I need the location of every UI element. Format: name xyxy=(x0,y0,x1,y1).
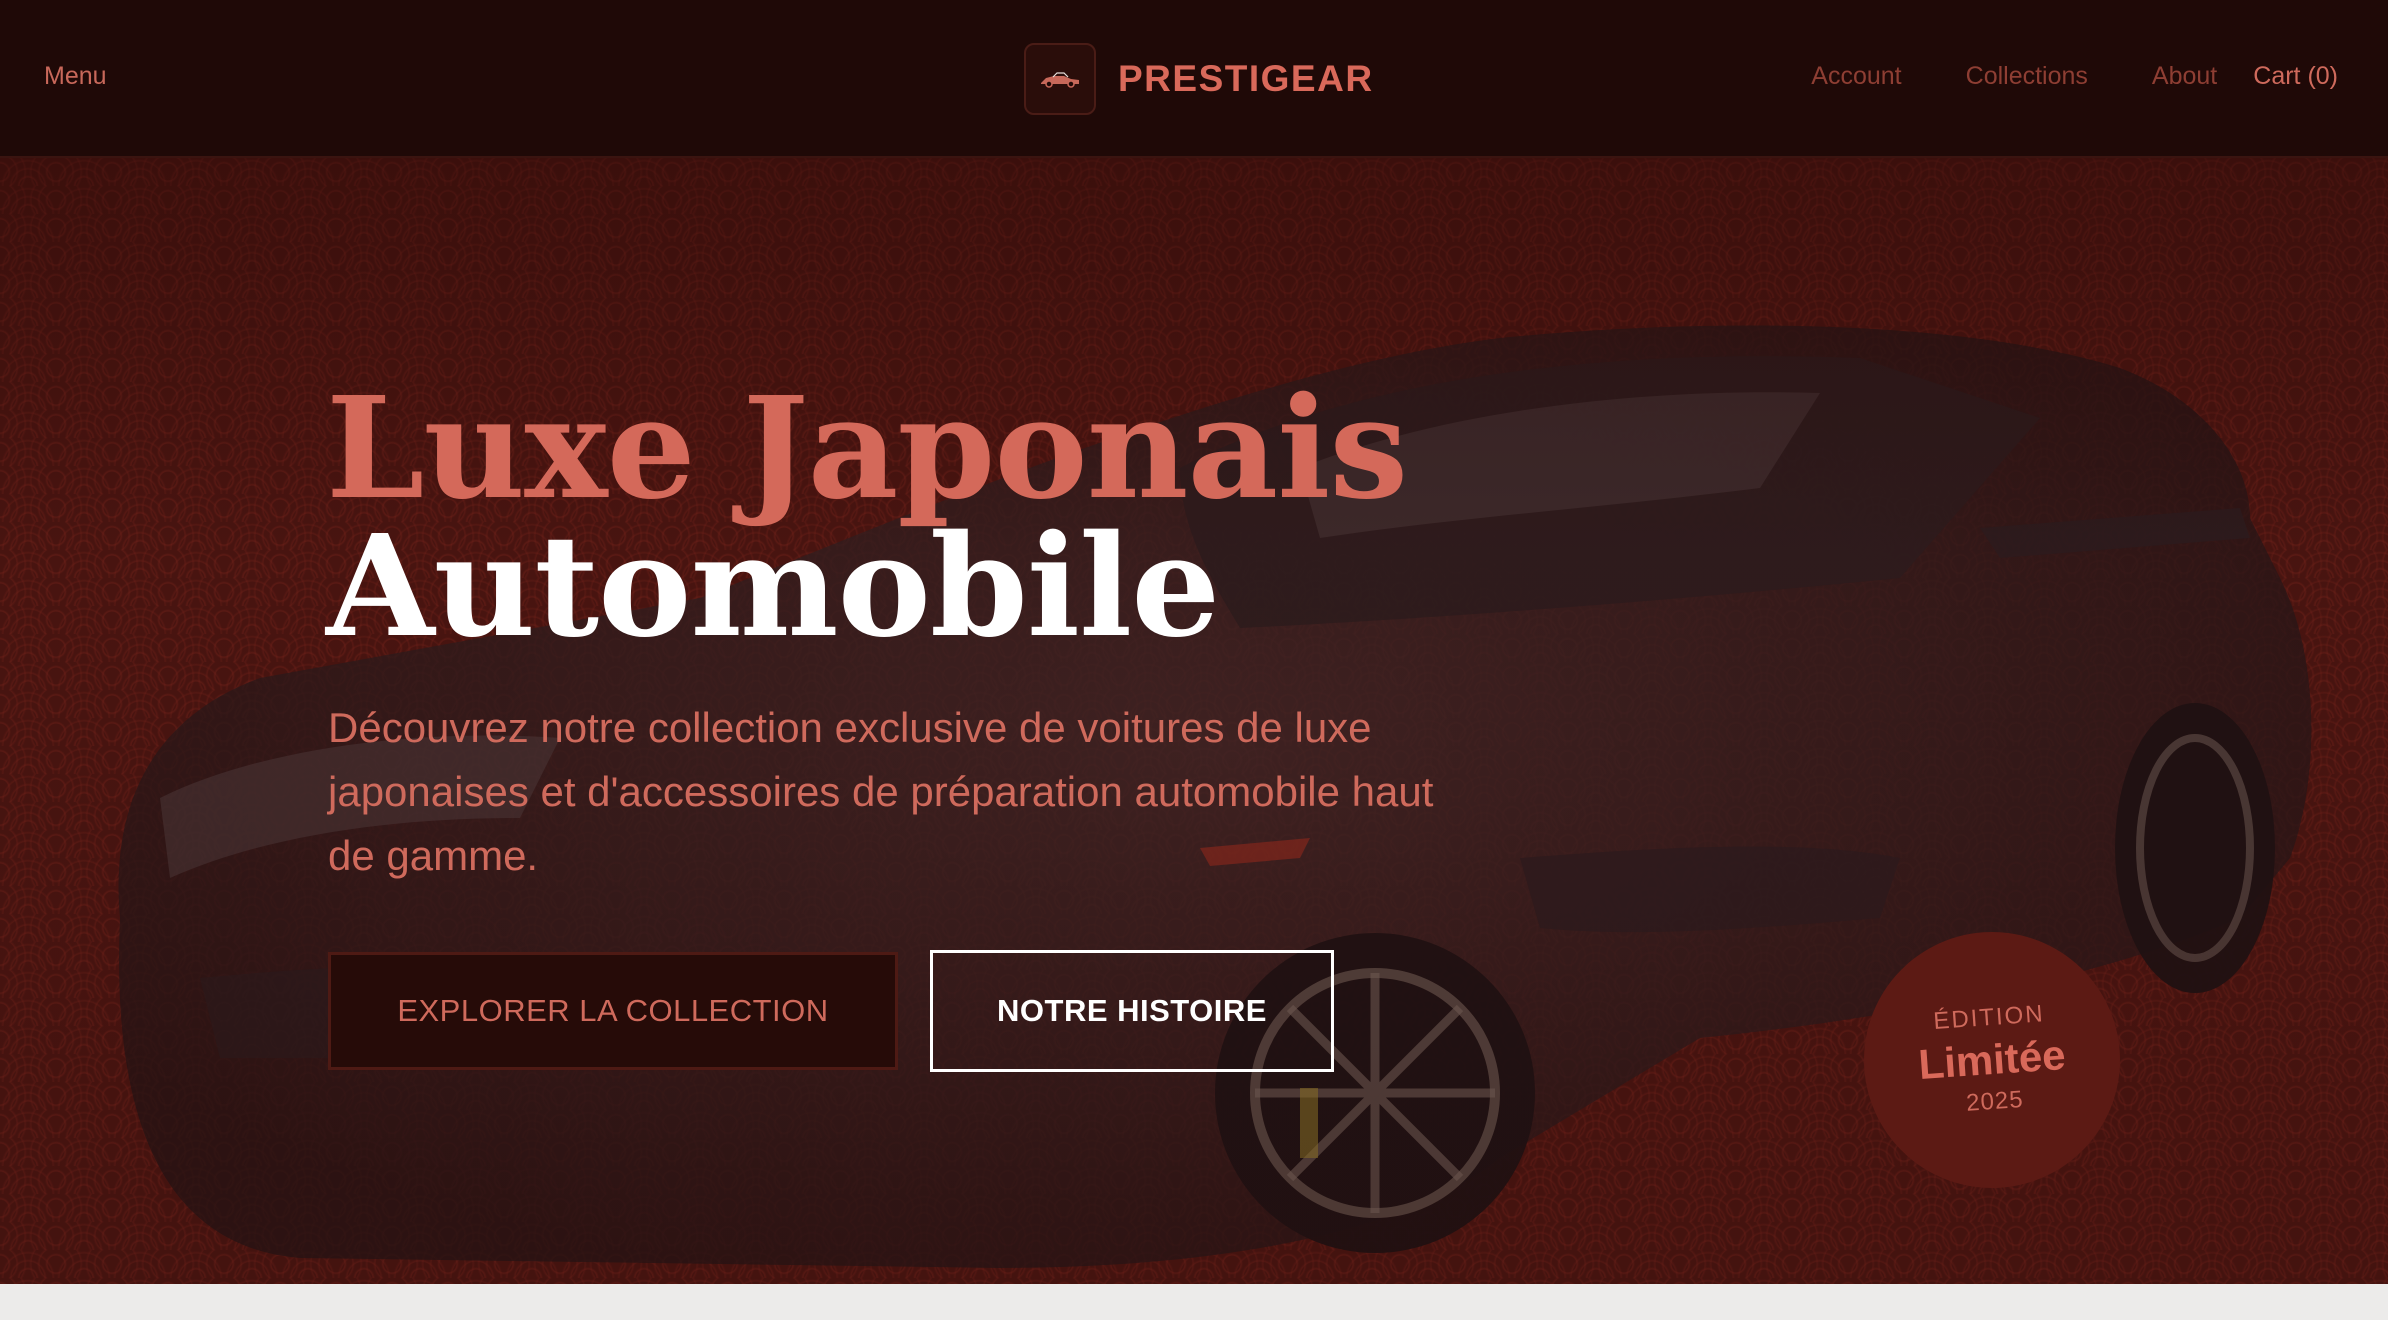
badge-main-text: Limitée xyxy=(1916,1030,2067,1089)
page-bottom-edge xyxy=(0,1284,2388,1320)
main-nav: Account Collections About Cart (0) xyxy=(1811,62,2338,91)
menu-button[interactable]: Menu xyxy=(44,62,107,91)
badge-top-text: ÉDITION xyxy=(1932,1000,2046,1035)
our-story-button[interactable]: NOTRE HISTOIRE xyxy=(930,950,1334,1072)
brand-logo-link[interactable]: PRESTIGEAR xyxy=(1024,42,1374,116)
hero-description: Découvrez notre collection exclusive de … xyxy=(328,704,1434,879)
hero-title-line1: Luxe Japonais xyxy=(326,367,1408,531)
nav-collections[interactable]: Collections xyxy=(1966,62,2088,91)
hero-title: Luxe Japonais Automobile xyxy=(326,367,1408,669)
explore-collection-button[interactable]: EXPLORER LA COLLECTION xyxy=(328,952,898,1070)
site-header: Menu PRESTIGEAR Account Collections Abou… xyxy=(0,0,2388,158)
nav-cart[interactable]: Cart (0) xyxy=(2253,62,2338,91)
nav-about[interactable]: About xyxy=(2152,62,2217,91)
nav-account[interactable]: Account xyxy=(1811,62,1901,91)
hero-section: Luxe Japonais Automobile Découvrez notre… xyxy=(0,158,2388,1284)
hero-title-line2: Automobile xyxy=(326,505,1220,669)
brand-name: PRESTIGEAR xyxy=(1118,58,1374,99)
car-logo-icon xyxy=(1024,43,1096,115)
badge-year-text: 2025 xyxy=(1965,1085,2025,1117)
